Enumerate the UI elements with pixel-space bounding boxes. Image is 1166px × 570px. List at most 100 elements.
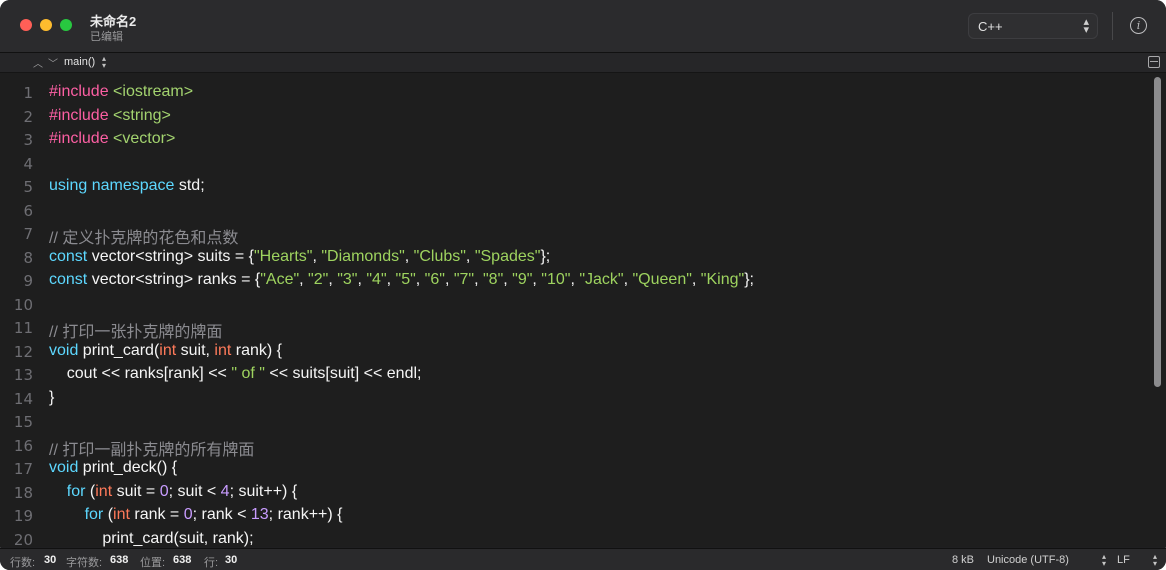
split-editor-icon[interactable] <box>1148 56 1160 68</box>
code-line[interactable]: #include <vector> <box>49 130 175 148</box>
line-number: 14 <box>13 389 33 408</box>
code-token: , <box>503 271 513 288</box>
jump-bar: ︿ ﹀ main() ▴ ▾ <box>0 53 1166 73</box>
close-window-button[interactable] <box>20 19 32 31</box>
code-token: " of " <box>231 365 265 382</box>
code-token: vector<string> suits = { <box>91 247 254 265</box>
code-line[interactable]: for (int suit = 0; suit < 4; suit++) { <box>49 483 297 501</box>
code-token: suit, <box>180 341 215 359</box>
toolbar-divider <box>1112 12 1113 40</box>
code-token: , <box>299 271 309 288</box>
chevron-up-icon[interactable]: ︿ <box>33 55 43 70</box>
line-number: 4 <box>23 154 33 173</box>
code-token: vector<string> ranks = { <box>91 271 261 288</box>
code-line[interactable]: // 打印一副扑克牌的所有牌面 <box>49 436 254 460</box>
editor-window: 未命名2 已编辑 C++ ▴ ▾ i ︿ ﹀ main() ▴ ▾ 12345678… <box>0 0 1166 570</box>
code-line[interactable]: // 定义扑克牌的花色和点数 <box>49 224 238 248</box>
vertical-scrollbar[interactable] <box>1152 75 1162 545</box>
code-line[interactable]: #include <iostream> <box>49 83 193 101</box>
code-token: 0 <box>183 506 193 523</box>
code-token: int <box>95 482 117 500</box>
code-line[interactable]: const vector<string> ranks = {"Ace", "2"… <box>49 271 754 289</box>
line-ending-selector[interactable]: LF <box>1117 554 1130 566</box>
code-token: "6" <box>424 271 445 288</box>
zoom-window-button[interactable] <box>60 19 72 31</box>
code-token: ; suit++) { <box>229 482 298 500</box>
line-number: 2 <box>23 107 33 126</box>
code-token: "7" <box>453 271 475 288</box>
code-token: "8" <box>482 271 504 288</box>
row-value: 30 <box>225 554 238 566</box>
code-token: cout << ranks[rank] << <box>49 365 232 382</box>
code-token: "Ace" <box>260 271 300 288</box>
code-token: "9" <box>512 271 533 288</box>
line-number-gutter: 1 2 3 4 5 6 7 8 9 10 11 12 13 14 15 16 17 18 19 20 <box>0 73 40 547</box>
code-token: #include <box>49 106 114 124</box>
code-line[interactable]: for (int rank = 0; rank < 13; rank++) { <box>49 506 343 524</box>
language-select[interactable]: C++ ▴ ▾ <box>968 13 1098 39</box>
code-token: "10" <box>541 271 571 288</box>
line-number: 1 <box>23 84 33 102</box>
code-token: // 打印一副扑克牌的所有牌面 <box>49 441 255 459</box>
code-line[interactable]: using namespace std; <box>49 177 205 195</box>
line-number: 19 <box>13 507 33 525</box>
code-editor[interactable]: 1 2 3 4 5 6 7 8 9 10 11 12 13 14 15 16 17 18 19 20 #include… <box>0 73 1166 547</box>
code-token: 4 <box>220 482 230 500</box>
language-value: C++ <box>978 19 1003 34</box>
code-token: #include <box>49 130 114 147</box>
code-token: <string> <box>113 106 171 124</box>
line-number: 6 <box>23 201 33 220</box>
code-token: "4" <box>366 271 387 288</box>
chevron-updown-icon[interactable]: ▴ ▾ <box>1153 553 1157 568</box>
code-token: suit = <box>116 482 160 500</box>
code-token: 13 <box>250 506 269 523</box>
scrollbar-thumb[interactable] <box>1154 77 1161 387</box>
code-token: for <box>84 506 108 523</box>
code-line[interactable]: } <box>49 389 54 407</box>
code-token: }; <box>744 271 754 288</box>
function-selector[interactable]: main() <box>64 56 95 68</box>
chevron-updown-icon: ▴ ▾ <box>1083 16 1089 36</box>
code-line[interactable]: void print_card(int suit, int rank) { <box>49 342 282 360</box>
code-line[interactable]: print_card(suit, rank); <box>49 530 253 548</box>
code-line[interactable]: #include <string> <box>49 107 171 125</box>
chevron-updown-icon[interactable]: ▴ ▾ <box>102 55 106 70</box>
code-token: , <box>465 247 475 265</box>
status-bar: 行数: 30 字符数: 638 位置: 638 行: 30 8 kB Unico… <box>0 548 1166 570</box>
code-line[interactable]: void print_deck() { <box>49 459 177 477</box>
line-number: 3 <box>23 131 33 149</box>
code-token: , <box>386 271 396 288</box>
code-line[interactable]: cout << ranks[rank] << " of " << suits[s… <box>49 365 422 383</box>
code-token: int <box>113 506 135 523</box>
code-token: << suits[suit] << endl; <box>264 365 422 382</box>
minimize-window-button[interactable] <box>40 19 52 31</box>
line-number: 11 <box>13 319 33 337</box>
code-line[interactable]: const vector<string> suits = {"Hearts", … <box>49 248 550 266</box>
code-token: ; suit < <box>168 482 221 500</box>
position-label: 位置: <box>140 557 166 569</box>
encoding-selector[interactable]: Unicode (UTF-8) <box>987 554 1069 566</box>
title-bar: 未命名2 已编辑 C++ ▴ ▾ i <box>0 0 1166 53</box>
code-token: "Spades" <box>474 247 541 265</box>
code-token: , <box>691 271 701 288</box>
code-token: rank = <box>134 506 184 523</box>
code-token: "King" <box>700 271 745 288</box>
code-token: "3" <box>337 271 358 288</box>
line-number: 10 <box>13 295 33 314</box>
code-token: "Clubs" <box>413 247 466 265</box>
code-token: , <box>623 271 633 288</box>
chevron-down-icon[interactable]: ﹀ <box>48 55 58 70</box>
code-token: , <box>474 271 483 288</box>
code-token: "Diamonds" <box>321 247 405 265</box>
code-token: "Jack" <box>579 271 624 288</box>
chevron-updown-icon[interactable]: ▴ ▾ <box>1102 553 1106 568</box>
code-token: , <box>444 271 454 288</box>
info-icon[interactable]: i <box>1130 17 1147 34</box>
line-number: 18 <box>13 483 33 502</box>
code-line[interactable]: // 打印一张扑克牌的牌面 <box>49 318 222 342</box>
char-count-value: 638 <box>110 554 129 566</box>
code-token: int <box>159 341 181 359</box>
code-token: <vector> <box>113 130 176 147</box>
line-number: 20 <box>13 530 33 548</box>
line-number: 7 <box>23 225 33 243</box>
